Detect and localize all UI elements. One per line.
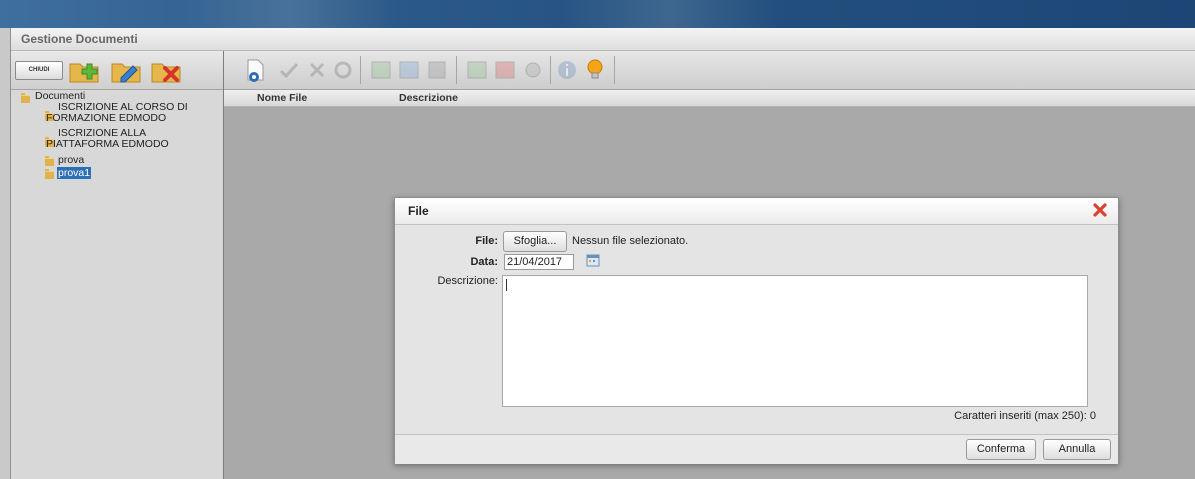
file-table-header: Nome File Descrizione (224, 90, 1195, 107)
confirm-button[interactable]: Conferma (966, 439, 1036, 460)
toolbar-divider (614, 56, 615, 84)
tree-item[interactable]: prova (58, 155, 84, 166)
character-counter: Caratteri inseriti (max 250): 0 (954, 410, 1096, 422)
folder-icon (45, 156, 54, 166)
tree-item-selected[interactable]: prova1 (57, 167, 92, 179)
browser-top-bar (0, 0, 1195, 29)
toolbar-divider (360, 56, 361, 84)
dialog-header: File (395, 198, 1118, 225)
column-nome-file[interactable]: Nome File (257, 92, 307, 104)
export-icon[interactable] (396, 57, 422, 83)
description-label: Descrizione: (437, 275, 498, 287)
check-icon[interactable] (276, 57, 302, 83)
no-file-text: Nessun file selezionato. (572, 235, 689, 247)
toolbar-divider (456, 56, 457, 84)
lightbulb-icon[interactable] (582, 57, 608, 83)
text-caret (506, 279, 507, 291)
date-label: Data: (470, 256, 498, 268)
file-dialog: File File: Sfoglia... Nessun file selezi… (394, 197, 1119, 464)
dialog-footer: Conferma Annulla (395, 434, 1118, 464)
grid-icon[interactable] (368, 57, 394, 83)
description-textarea[interactable] (502, 275, 1088, 407)
app-title-bar: Gestione Documenti (11, 28, 1195, 51)
calendar-icon[interactable] (586, 253, 600, 267)
toolbar-divider (550, 56, 551, 84)
cancel-button[interactable]: Annulla (1043, 439, 1111, 460)
file-toolbar (224, 51, 1195, 90)
remove-icon[interactable] (304, 57, 330, 83)
date-field[interactable]: 21/04/2017 (504, 254, 574, 270)
refresh-icon[interactable] (330, 57, 356, 83)
new-folder-icon[interactable] (67, 57, 101, 84)
folder-toolbar: CHIUDI (11, 51, 223, 90)
add-file-icon[interactable] (242, 57, 268, 83)
folder-icon (21, 93, 30, 103)
page-title: Gestione Documenti (21, 32, 138, 46)
browse-button[interactable]: Sfoglia... (503, 231, 567, 252)
delete-folder-icon[interactable] (149, 57, 183, 84)
close-button[interactable]: CHIUDI (15, 61, 63, 80)
file-label: File: (475, 235, 498, 247)
dialog-title: File (408, 204, 429, 218)
archive-icon[interactable] (492, 57, 518, 83)
info-icon[interactable] (554, 57, 580, 83)
edit-folder-icon[interactable] (109, 57, 143, 84)
tree-item[interactable]: ISCRIZIONE AL CORSO DI FORMAZIONE EDMODO (46, 102, 223, 124)
tree-item[interactable]: ISCRIZIONE ALLA PIATTAFORMA EDMODO (46, 128, 223, 150)
folder-panel: CHIUDI Documenti ISCRIZIONE AL CORSO DI … (11, 51, 224, 479)
list-icon[interactable] (464, 57, 490, 83)
close-icon[interactable] (1091, 201, 1109, 219)
column-descrizione[interactable]: Descrizione (399, 92, 458, 104)
folder-icon (45, 169, 54, 179)
settings-icon[interactable] (520, 57, 546, 83)
left-edge-strip (0, 28, 11, 479)
download-icon[interactable] (424, 57, 450, 83)
